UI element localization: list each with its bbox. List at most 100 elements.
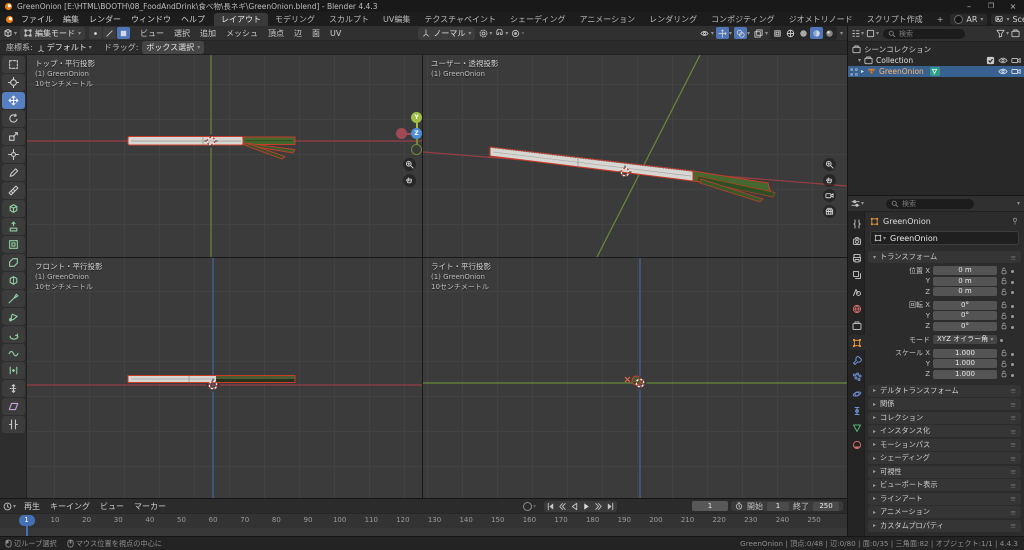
properties-editor-selector[interactable]: ▾ (851, 199, 864, 208)
viewport-menu-辺[interactable]: 辺 (289, 28, 307, 39)
tool-extrude-region[interactable] (2, 218, 25, 235)
jump-to-end-button[interactable] (606, 502, 615, 511)
menu-ヘルプ[interactable]: ヘルプ (176, 14, 210, 25)
lock-open-icon[interactable] (1000, 267, 1008, 275)
lock-open-icon[interactable] (1000, 312, 1008, 320)
viewport-menu-ビュー[interactable]: ビュー (135, 28, 169, 39)
properties-tab-view-layer[interactable] (849, 267, 865, 282)
properties-tab-modifiers[interactable] (849, 352, 865, 367)
transform-value-field[interactable]: 0 m (933, 276, 997, 286)
viewport-menu-追加[interactable]: 追加 (195, 28, 221, 39)
panel-アニメーション[interactable]: ▸ アニメーション ≡ (868, 506, 1021, 518)
tool-bevel[interactable] (2, 254, 25, 271)
tool-scale[interactable] (2, 128, 25, 145)
outliner-display-mode[interactable]: ▾ (866, 29, 879, 38)
visibility-icon[interactable] (698, 27, 711, 39)
animate-dot-button[interactable] (1011, 349, 1014, 358)
proportional-edit-dropdown[interactable]: ▾ (511, 29, 524, 38)
hand-button[interactable] (403, 173, 416, 187)
overlays-icon[interactable] (733, 27, 747, 39)
outliner-search-input[interactable]: 検索 (883, 28, 966, 39)
animate-dot-button[interactable] (1011, 277, 1014, 286)
lock-open-icon[interactable] (1000, 370, 1008, 378)
panel-シェーディング[interactable]: ▸ シェーディング ≡ (868, 452, 1021, 464)
properties-tab-physics[interactable] (849, 386, 865, 401)
expand-caret-icon[interactable]: ▸ (861, 68, 864, 75)
mode-selector[interactable]: AR ▾ (950, 13, 988, 25)
menu-ファイル[interactable]: ファイル (16, 14, 58, 25)
transform-value-field[interactable]: 1.000 (933, 369, 997, 379)
workspace-tab-スクリプト作成[interactable]: スクリプト作成 (860, 13, 930, 26)
outliner-editor-selector[interactable]: ▾ (851, 29, 864, 38)
workspace-tab-UV編集[interactable]: UV編集 (376, 13, 417, 26)
timeline-menu-マーカー[interactable]: マーカー (129, 501, 171, 512)
tool-poly-build[interactable] (2, 308, 25, 325)
properties-tab-world[interactable] (849, 301, 865, 316)
tool-move[interactable] (2, 92, 25, 109)
add-workspace-button[interactable]: + (930, 14, 951, 25)
shading-wireframe-icon[interactable] (784, 27, 797, 39)
shading-solid-icon[interactable] (797, 27, 810, 39)
viewport-menu-面[interactable]: 面 (307, 28, 325, 39)
timeline-menu-キーイング[interactable]: キーイング (45, 501, 95, 512)
object-name-field[interactable]: ▾ GreenOnion (870, 231, 1019, 245)
properties-tab-scene[interactable] (849, 284, 865, 299)
properties-tab-output[interactable] (849, 250, 865, 265)
zoom-button[interactable] (823, 158, 836, 171)
tool-rip-region[interactable] (2, 416, 25, 433)
tool-measure[interactable] (2, 182, 25, 199)
menu-レンダー[interactable]: レンダー (84, 14, 126, 25)
viewport-menu-メッシュ[interactable]: メッシュ (221, 28, 263, 39)
lock-open-icon[interactable] (1000, 288, 1008, 296)
workspace-tab-コンポジティング[interactable]: コンポジティング (704, 13, 782, 26)
maximize-button[interactable]: ❐ (980, 2, 1002, 10)
workspace-tab-レンダリング[interactable]: レンダリング (642, 13, 704, 26)
snap-dropdown[interactable]: ▾ (495, 28, 508, 38)
minimize-button[interactable]: – (958, 2, 980, 11)
checkbox-icon[interactable] (986, 56, 995, 65)
properties-tab-render[interactable] (849, 233, 865, 248)
breadcrumb[interactable]: GreenOnion (883, 217, 931, 226)
lock-open-icon[interactable] (1000, 349, 1008, 357)
workspace-tab-レイアウト[interactable]: レイアウト (214, 12, 268, 26)
lock-open-icon[interactable] (1000, 301, 1008, 309)
shading-rendered-icon[interactable] (823, 27, 836, 39)
auto-key-button[interactable]: ▾ (522, 501, 536, 511)
mode-dropdown[interactable]: 編集モード ▾ (20, 26, 86, 40)
animate-dot-button[interactable] (1011, 266, 1014, 275)
new-collection-icon[interactable] (1011, 29, 1020, 38)
tool-shear[interactable] (2, 398, 25, 415)
viewport-user-perspective[interactable]: ユーザー・透視投影 (1) GreenOnion ZX (423, 55, 847, 257)
menu-ウィンドウ[interactable]: ウィンドウ (126, 14, 176, 25)
hand-button[interactable] (823, 173, 836, 187)
timeline-menu-ビュー[interactable]: ビュー (95, 501, 129, 512)
transform-value-field[interactable]: XYZ オイラー角 ▾ (933, 335, 997, 345)
animate-dot-button[interactable] (1011, 287, 1014, 296)
viewport-divider[interactable] (27, 257, 847, 258)
properties-tab-collection[interactable] (849, 318, 865, 333)
lock-open-icon[interactable] (1000, 277, 1008, 285)
tool-shrink-fatten[interactable] (2, 380, 25, 397)
viewport-divider[interactable] (422, 55, 423, 498)
current-frame-marker[interactable]: 1 (18, 515, 35, 526)
drag-dropdown[interactable]: ボックス選択 ▾ (142, 41, 205, 54)
properties-search-input[interactable]: 検索 (886, 198, 975, 209)
play-reverse-button[interactable] (570, 502, 579, 511)
viewport-right[interactable]: ライト・平行投影 (1) GreenOnion 10センチメートル ZXY (423, 258, 847, 498)
toggle-xray-icon[interactable] (771, 27, 784, 39)
tool-annotate[interactable] (2, 164, 25, 181)
close-button[interactable]: × (1002, 2, 1024, 11)
transform-value-field[interactable]: 1.000 (933, 359, 997, 369)
animate-dot-button[interactable] (1011, 359, 1014, 368)
workspace-tab-スカルプト[interactable]: スカルプト (322, 13, 376, 26)
panel-デルタトランスフォーム[interactable]: ▸ デルタトランスフォーム ≡ (868, 384, 1021, 397)
panel-コレクション[interactable]: ▸ コレクション ≡ (868, 411, 1021, 424)
eye-icon[interactable] (998, 56, 1008, 65)
transform-value-field[interactable]: 0 m (933, 266, 997, 276)
eye-icon[interactable] (998, 67, 1008, 76)
tool-edge-slide[interactable] (2, 362, 25, 379)
workspace-tab-アニメーション[interactable]: アニメーション (572, 13, 642, 26)
animate-dot-button[interactable] (1011, 370, 1014, 379)
viewport-menu-頂点[interactable]: 頂点 (263, 28, 289, 39)
workspace-tab-シェーディング[interactable]: シェーディング (503, 13, 572, 26)
